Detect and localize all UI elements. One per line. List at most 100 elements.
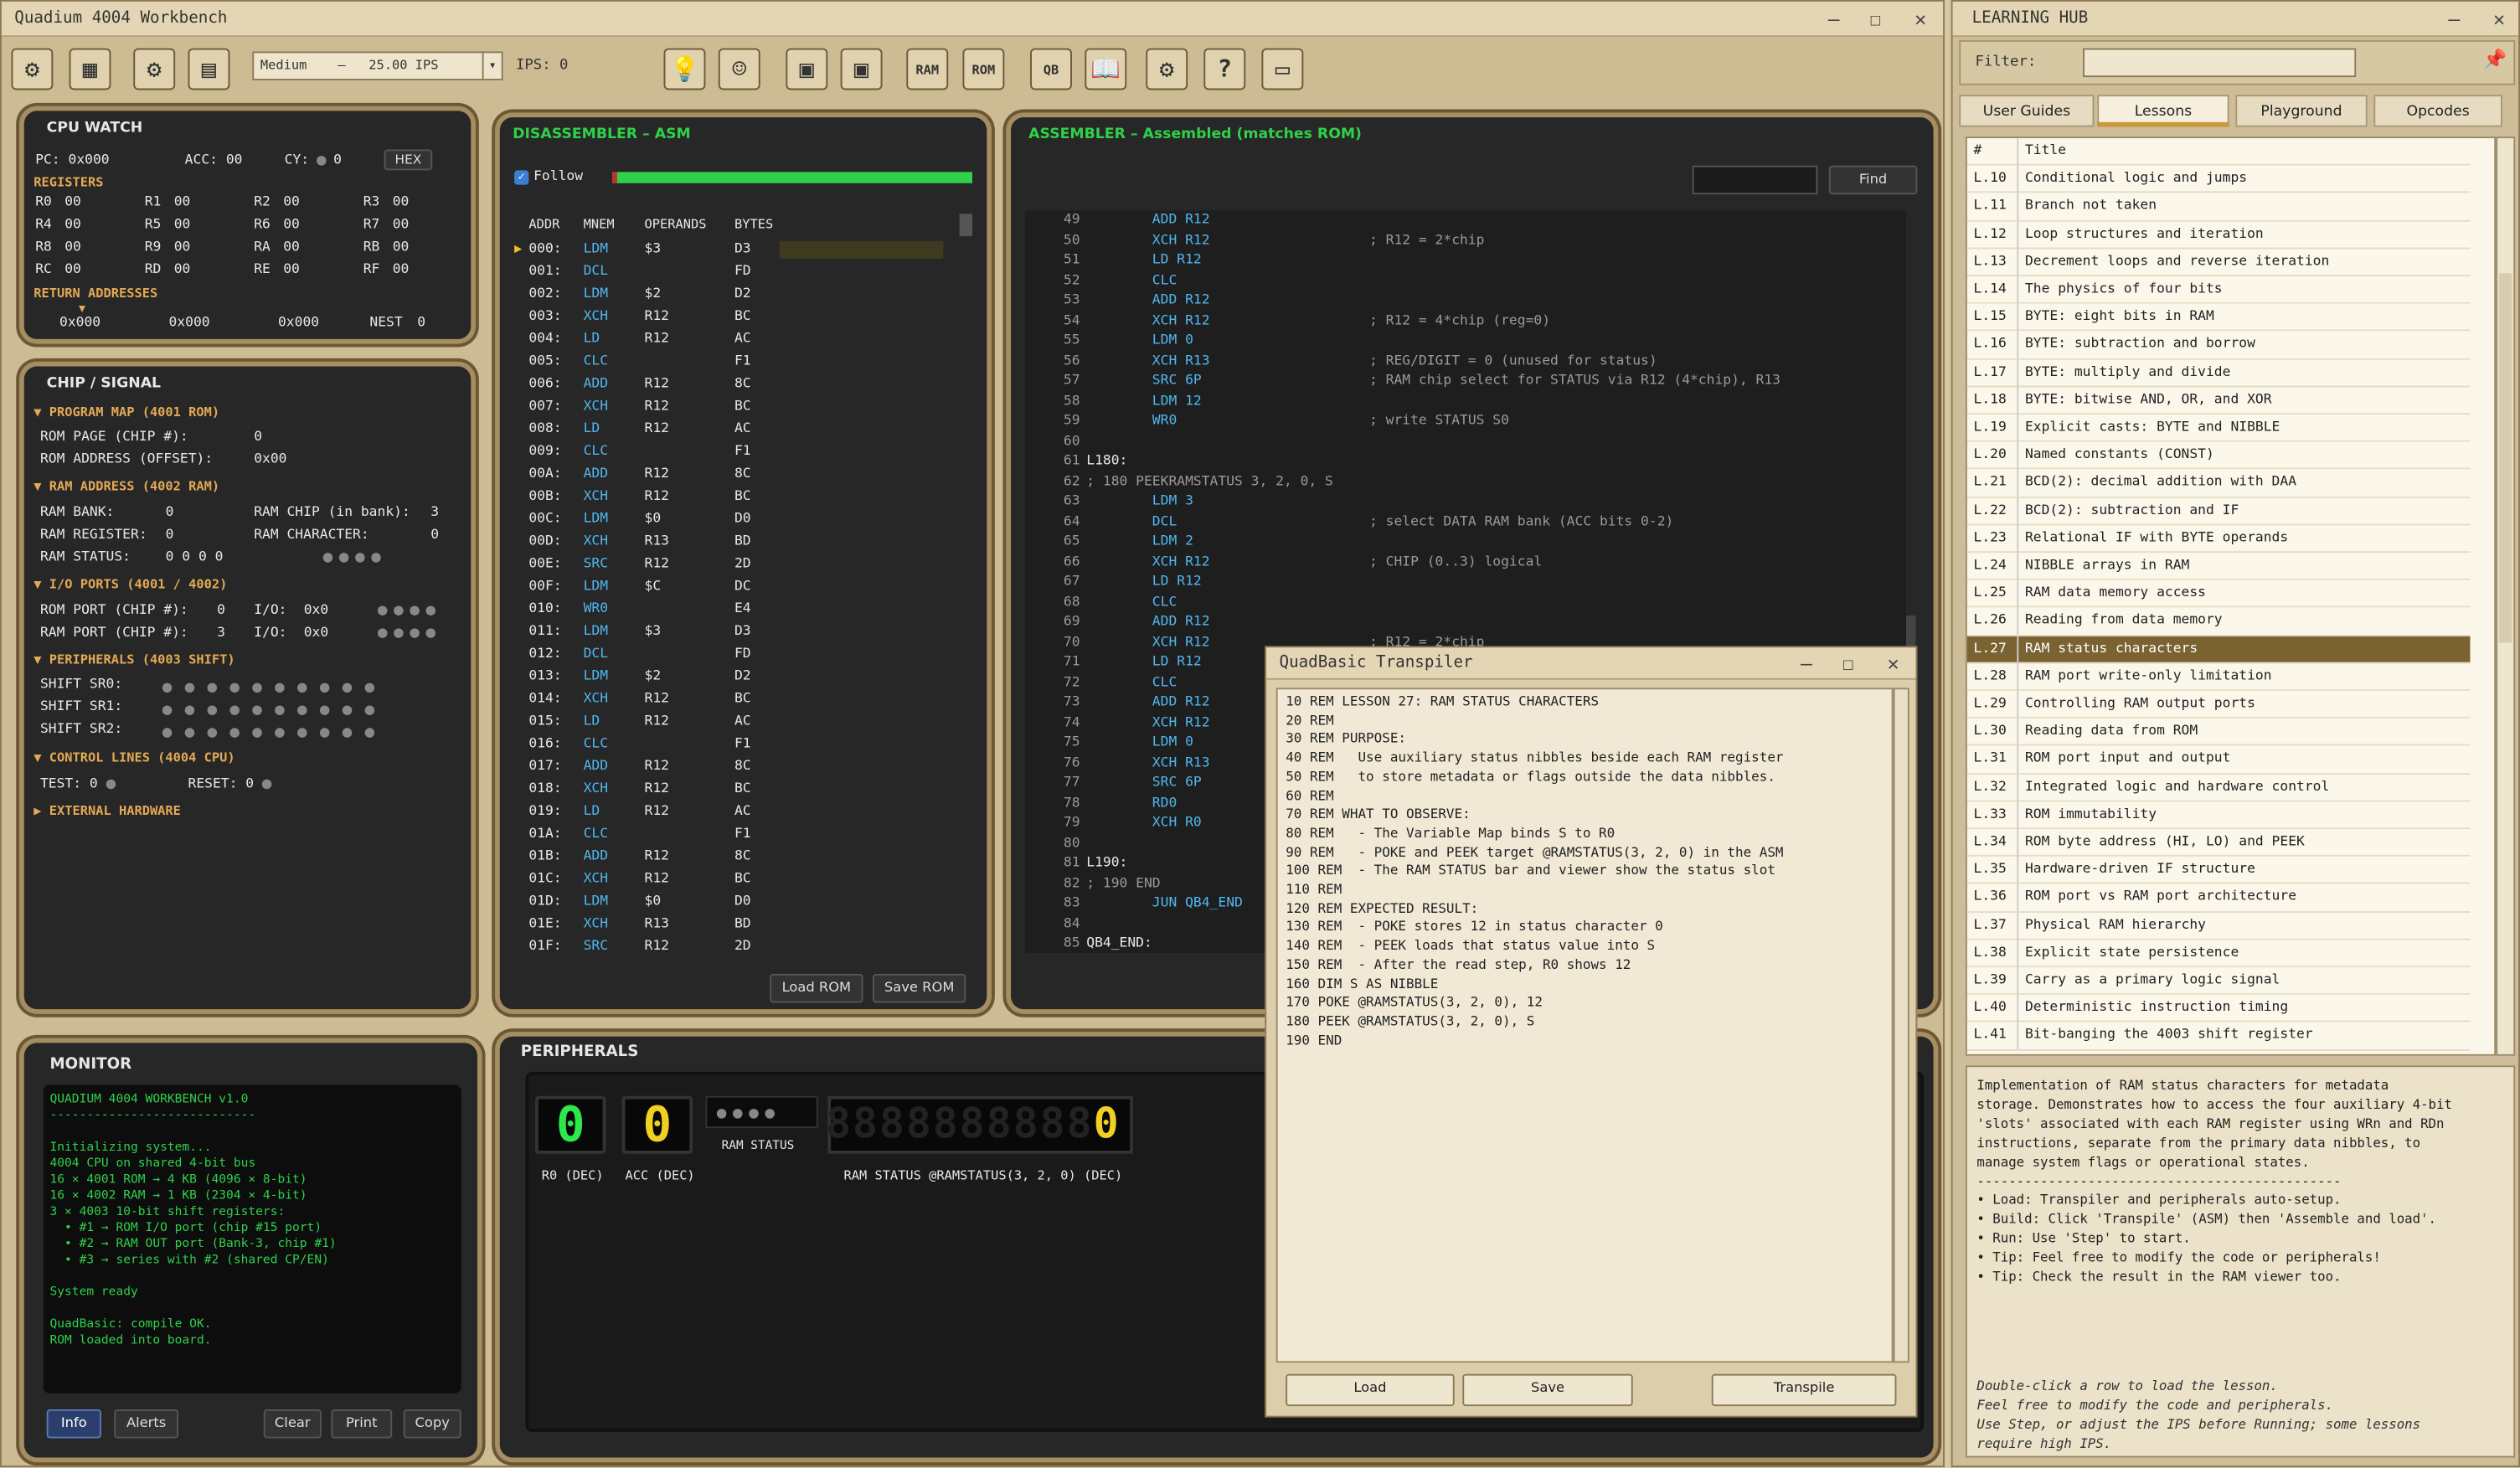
filter-input[interactable] bbox=[2083, 48, 2357, 78]
disasm-row[interactable]: 00C: LDM $0 D0 bbox=[513, 509, 962, 532]
lesson-row[interactable]: L.32 Integrated logic and hardware contro… bbox=[1966, 774, 2471, 802]
hub-tab-user-guides[interactable]: User Guides bbox=[1959, 95, 2095, 127]
lesson-row[interactable]: L.11 Branch not taken bbox=[1966, 193, 2471, 222]
disasm-row[interactable]: 019: LD R12 AC bbox=[513, 802, 962, 825]
transpile-button[interactable]: Transpile bbox=[1711, 1373, 1897, 1407]
gear-chip-icon[interactable]: ⚙ bbox=[133, 48, 176, 90]
lesson-row[interactable]: L.29 Controlling RAM output ports bbox=[1966, 691, 2471, 719]
ram-icon[interactable]: RAM bbox=[906, 48, 949, 90]
lesson-row[interactable]: L.28 RAM port write-only limitation bbox=[1966, 663, 2471, 692]
disasm-row[interactable]: 009: CLC F1 bbox=[513, 442, 962, 465]
disasm-row[interactable]: 01D: LDM $0 D0 bbox=[513, 892, 962, 914]
maximize-button[interactable]: ☐ bbox=[1853, 2, 1899, 37]
hub-tab-lessons[interactable]: Lessons bbox=[2097, 95, 2229, 127]
transpiler-editor[interactable]: 10 REM LESSON 27: RAM STATUS CHARACTERS 2… bbox=[1275, 688, 1894, 1363]
lesson-row[interactable]: L.30 Reading data from ROM bbox=[1966, 719, 2471, 747]
peripherals-header[interactable]: ▼ PERIPHERALS (4003 SHIFT) bbox=[33, 652, 234, 667]
image-frame-icon[interactable]: ▣ bbox=[786, 48, 828, 90]
ram-address-header[interactable]: ▼ RAM ADDRESS (4002 RAM) bbox=[33, 479, 219, 493]
lesson-row[interactable]: L.40 Deterministic instruction timing bbox=[1966, 995, 2471, 1023]
lesson-row[interactable]: L.20 Named constants (CONST) bbox=[1966, 442, 2471, 471]
speed-select[interactable]: Medium – 25.00 IPS ▾ bbox=[252, 51, 503, 80]
disasm-row[interactable]: 010: WR0 E4 bbox=[513, 600, 962, 622]
transpiler-maximize-button[interactable]: ☐ bbox=[1826, 647, 1871, 679]
hub-close-button[interactable]: ✕ bbox=[2476, 2, 2520, 37]
hex-toggle-button[interactable]: HEX bbox=[384, 149, 433, 171]
chevron-down-icon[interactable]: ▾ bbox=[482, 53, 502, 80]
hub-tab-opcodes[interactable]: Opcodes bbox=[2373, 95, 2502, 127]
lesson-row[interactable]: L.34 ROM byte address (HI, LO) and PEEK bbox=[1966, 829, 2471, 858]
lesson-row[interactable]: L.19 Explicit casts: BYTE and NIBBLE bbox=[1966, 415, 2471, 443]
control-lines-header[interactable]: ▼ CONTROL LINES (4004 CPU) bbox=[33, 750, 234, 765]
chip-icon[interactable]: ▦ bbox=[69, 48, 111, 90]
disasm-row[interactable]: 018: XCH R12 BC bbox=[513, 780, 962, 802]
disasm-row[interactable]: 01F: SRC R12 2D bbox=[513, 937, 962, 956]
lesson-list-scrollbar[interactable] bbox=[2496, 136, 2516, 1056]
lesson-row[interactable]: L.15 BYTE: eight bits in RAM bbox=[1966, 304, 2471, 332]
find-input[interactable] bbox=[1692, 165, 1818, 195]
rom-icon[interactable]: ROM bbox=[962, 48, 1005, 90]
follow-checkbox[interactable]: ✓ bbox=[514, 170, 529, 185]
lesson-row[interactable]: L.24 NIBBLE arrays in RAM bbox=[1966, 553, 2471, 581]
disasm-row[interactable]: 005: CLC F1 bbox=[513, 352, 962, 374]
lesson-row[interactable]: L.35 Hardware-driven IF structure bbox=[1966, 857, 2471, 885]
image-frame-2-icon[interactable]: ▣ bbox=[840, 48, 883, 90]
transpiler-scrollbar[interactable] bbox=[1893, 688, 1909, 1363]
lesson-row[interactable]: L.14 The physics of four bits bbox=[1966, 276, 2471, 305]
lesson-row[interactable]: L.37 Physical RAM hierarchy bbox=[1966, 912, 2471, 940]
disasm-row[interactable]: 00E: SRC R12 2D bbox=[513, 554, 962, 577]
monitor-copy-button[interactable]: Copy bbox=[403, 1409, 461, 1439]
monitor-print-button[interactable]: Print bbox=[331, 1409, 393, 1439]
disasm-row[interactable]: 012: DCL FD bbox=[513, 645, 962, 667]
lesson-row[interactable]: L.25 RAM data memory access bbox=[1966, 580, 2471, 609]
disasm-row[interactable]: 014: XCH R12 BC bbox=[513, 689, 962, 712]
disasm-row[interactable]: 01A: CLC F1 bbox=[513, 824, 962, 847]
idea-bulb-icon[interactable]: 💡 bbox=[663, 48, 706, 90]
lesson-row[interactable]: L.12 Loop structures and iteration bbox=[1966, 221, 2471, 250]
transpiler-minimize-button[interactable]: — bbox=[1784, 647, 1829, 679]
lesson-row[interactable]: L.41 Bit-banging the 4003 shift register bbox=[1966, 1022, 2471, 1051]
monitor-alerts-button[interactable]: Alerts bbox=[114, 1409, 179, 1439]
external-hardware-header[interactable]: ▶ EXTERNAL HARDWARE bbox=[33, 804, 181, 818]
disasm-row[interactable]: 001: DCL FD bbox=[513, 262, 962, 285]
disasm-row[interactable]: 01C: XCH R12 BC bbox=[513, 869, 962, 892]
book-icon[interactable]: 📖 bbox=[1085, 48, 1127, 90]
disasm-row[interactable]: 00A: ADD R12 8C bbox=[513, 465, 962, 487]
computer-icon[interactable]: ▭ bbox=[1261, 48, 1304, 90]
hub-minimize-button[interactable]: — bbox=[2431, 2, 2476, 37]
transpiler-close-button[interactable]: ✕ bbox=[1871, 647, 1916, 679]
io-ports-header[interactable]: ▼ I/O PORTS (4001 / 4002) bbox=[33, 577, 227, 591]
lesson-row[interactable]: L.26 Reading from data memory bbox=[1966, 608, 2471, 636]
minimize-button[interactable]: — bbox=[1811, 2, 1857, 37]
hub-tab-playground[interactable]: Playground bbox=[2235, 95, 2368, 127]
disassembler-scrollbar[interactable] bbox=[959, 214, 972, 237]
disasm-row[interactable]: 003: XCH R12 BC bbox=[513, 307, 962, 330]
lesson-row[interactable]: L.36 ROM port vs RAM port architecture bbox=[1966, 884, 2471, 913]
lesson-row[interactable]: L.31 ROM port input and output bbox=[1966, 746, 2471, 775]
disasm-row[interactable]: 01B: ADD R12 8C bbox=[513, 847, 962, 869]
help-monitor-icon[interactable]: ? bbox=[1203, 48, 1246, 90]
disasm-row[interactable]: 00F: LDM $C DC bbox=[513, 577, 962, 600]
disasm-row[interactable]: 013: LDM $2 D2 bbox=[513, 667, 962, 689]
lesson-row[interactable]: L.27 RAM status characters bbox=[1966, 636, 2471, 664]
monitor-console[interactable]: QUADIUM 4004 WORKBENCH v1.0 -------------… bbox=[43, 1084, 461, 1393]
disasm-row[interactable]: 006: ADD R12 8C bbox=[513, 374, 962, 397]
transpiler-save-button[interactable]: Save bbox=[1462, 1373, 1633, 1407]
lesson-row[interactable]: L.16 BYTE: subtraction and borrow bbox=[1966, 332, 2471, 360]
pin-icon[interactable]: 📌 bbox=[2483, 49, 2507, 71]
disasm-row[interactable]: 01E: XCH R13 BD bbox=[513, 914, 962, 937]
disasm-row[interactable]: 007: XCH R12 BC bbox=[513, 397, 962, 420]
disassembler-table[interactable]: ▶ 000: LDM $3 D3 001: DCL FD 002: LDM $2 D2 003: XCH R… bbox=[513, 240, 962, 956]
disasm-row[interactable]: 002: LDM $2 D2 bbox=[513, 285, 962, 307]
lesson-row[interactable]: L.10 Conditional logic and jumps bbox=[1966, 166, 2471, 193]
settings-gear-icon[interactable]: ⚙ bbox=[1146, 48, 1188, 90]
lesson-row[interactable]: L.21 BCD(2): decimal addition with DAA bbox=[1966, 470, 2471, 498]
disasm-row[interactable]: 00B: XCH R12 BC bbox=[513, 487, 962, 509]
monitor-clear-button[interactable]: Clear bbox=[263, 1409, 322, 1439]
lesson-row[interactable]: L.18 BYTE: bitwise AND, OR, and XOR bbox=[1966, 387, 2471, 415]
disasm-row[interactable]: 00D: XCH R13 BD bbox=[513, 532, 962, 554]
monitor-info-button[interactable]: Info bbox=[46, 1409, 101, 1439]
lesson-row[interactable]: L.22 BCD(2): subtraction and IF bbox=[1966, 497, 2471, 526]
disasm-row[interactable]: 016: CLC F1 bbox=[513, 734, 962, 757]
close-button[interactable]: ✕ bbox=[1898, 2, 1943, 37]
